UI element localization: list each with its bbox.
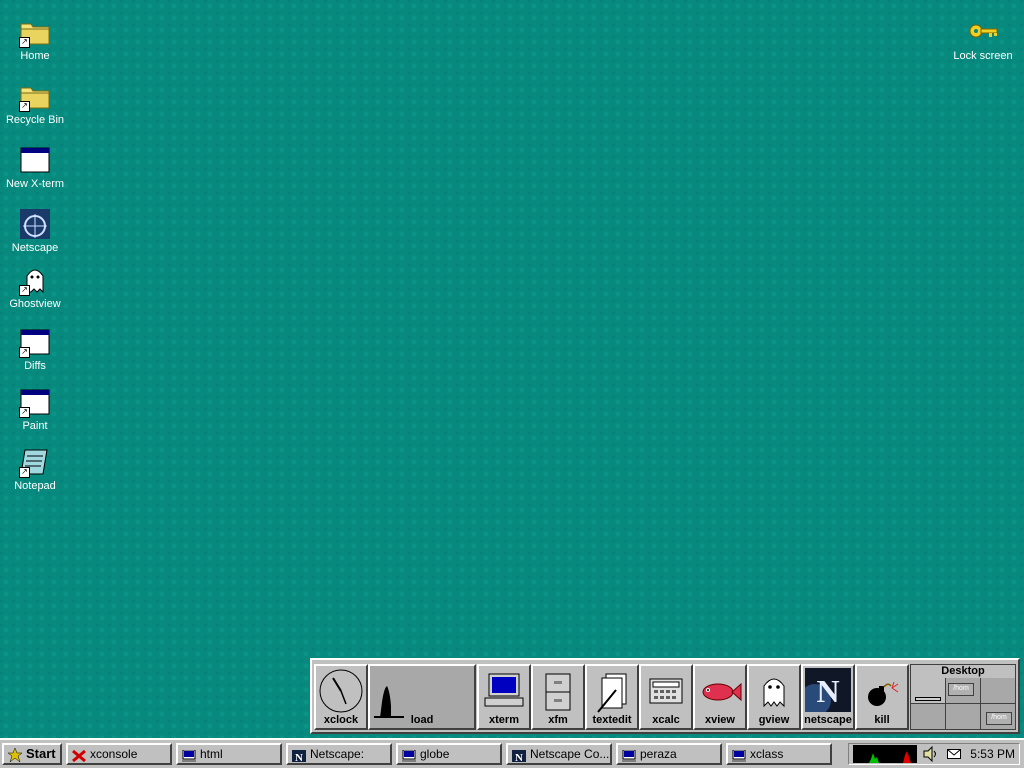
dock-xclock[interactable]: xclock (314, 664, 368, 730)
netscape-n-icon: N (799, 668, 851, 716)
dock-panel: xclock load xterm xfm textedit xcalc xvi… (310, 658, 1020, 734)
terminal-icon (622, 749, 636, 762)
start-button[interactable]: Start (2, 743, 62, 765)
netscape-wheel-icon (19, 208, 51, 240)
desktop-icon-label: Netscape (11, 242, 59, 254)
desktop-icon-paint[interactable]: ↗ Paint (0, 386, 70, 433)
system-tray: 5:53 PM (848, 743, 1020, 765)
desktop-icon-notepad[interactable]: ↗ Notepad (0, 446, 70, 493)
dock-xview[interactable]: xview (693, 664, 747, 730)
netscape-n-icon: N (512, 749, 526, 763)
desktop-icon-label: Recycle Bin (5, 114, 65, 126)
folder-icon: ↗ (19, 80, 51, 112)
netscape-n-icon: N (292, 749, 306, 763)
fish-icon (698, 680, 742, 707)
taskbar: Start xconsole html N Netscape: globe N Ne… (0, 738, 1024, 768)
desktop-icon-home[interactable]: ↗ Home (0, 16, 70, 63)
ghost-icon: ↗ (19, 264, 51, 296)
desktop-icon-label: Notepad (14, 480, 56, 492)
pager-grid: /hom /hom (911, 678, 1015, 729)
dock-gview[interactable]: gview (747, 664, 801, 730)
desktop-icon-ghostview[interactable]: ↗ Ghostview (0, 264, 70, 311)
dock-kill[interactable]: kill (855, 664, 909, 730)
speaker-icon[interactable] (923, 745, 937, 763)
window-icon: ↗ (19, 386, 51, 418)
desktop-icon-lock-screen[interactable]: Lock screen (948, 16, 1018, 63)
task-netscape[interactable]: N Netscape: (286, 743, 392, 765)
folder-icon: ↗ (19, 16, 51, 48)
desktop-icon-label: Home (20, 50, 50, 62)
pager-window[interactable]: /hom (986, 712, 1012, 725)
notepad-icon: ↗ (19, 446, 51, 478)
clock-time[interactable]: 5:53 PM (970, 745, 1015, 763)
window-icon: ↗ (19, 326, 51, 358)
desktop-icon-recycle-bin[interactable]: ↗ Recycle Bin (0, 80, 70, 127)
dock-xfm[interactable]: xfm (531, 664, 585, 730)
calculator-icon (649, 678, 683, 707)
desktop-icon-netscape[interactable]: Netscape (0, 208, 70, 255)
pages-icon (594, 672, 630, 717)
desktop-icon-label: Ghostview (9, 298, 61, 310)
desktop-icon-label: New X-term (5, 178, 65, 190)
pager-title: Desktop (941, 665, 985, 677)
terminal-icon (402, 749, 416, 762)
svg-text:N: N (515, 752, 523, 762)
svg-text:N: N (816, 673, 839, 709)
dock-textedit[interactable]: textedit (585, 664, 639, 730)
desktop-icon-diffs[interactable]: ↗ Diffs (0, 326, 70, 373)
desktop-icon-label: Lock screen (953, 50, 1013, 62)
desktop-icon-label: Paint (22, 420, 48, 432)
dock-xcalc[interactable]: xcalc (639, 664, 693, 730)
bomb-icon (864, 680, 900, 711)
desktop-icon-new-xterm[interactable]: New X-term (0, 144, 70, 191)
task-netscape-co[interactable]: N Netscape Co... (506, 743, 612, 765)
terminal-icon (732, 749, 746, 762)
task-peraza[interactable]: peraza (616, 743, 722, 765)
x-icon (72, 749, 86, 762)
clock-icon (318, 668, 364, 717)
terminal-icon (182, 749, 196, 762)
desktop-pager[interactable]: Desktop /hom /hom (910, 664, 1016, 730)
task-xclass[interactable]: xclass (726, 743, 832, 765)
task-xconsole[interactable]: xconsole (66, 743, 172, 765)
task-globe[interactable]: globe (396, 743, 502, 765)
dock-load[interactable]: load (368, 664, 476, 730)
file-cabinet-icon (543, 672, 573, 715)
desktop-icon-label: Diffs (24, 360, 46, 372)
key-icon (967, 16, 999, 48)
pager-window[interactable]: /hom (948, 683, 974, 696)
ghost-icon (758, 672, 790, 711)
cpu-graph-icon[interactable] (853, 745, 917, 763)
computer-icon (483, 672, 525, 711)
task-html[interactable]: html (176, 743, 282, 765)
mail-icon[interactable] (947, 748, 961, 760)
window-icon (19, 144, 51, 176)
dock-netscape[interactable]: N netscape (799, 664, 855, 730)
dock-xterm[interactable]: xterm (477, 664, 531, 730)
star-icon (7, 746, 23, 763)
svg-text:N: N (295, 752, 303, 762)
